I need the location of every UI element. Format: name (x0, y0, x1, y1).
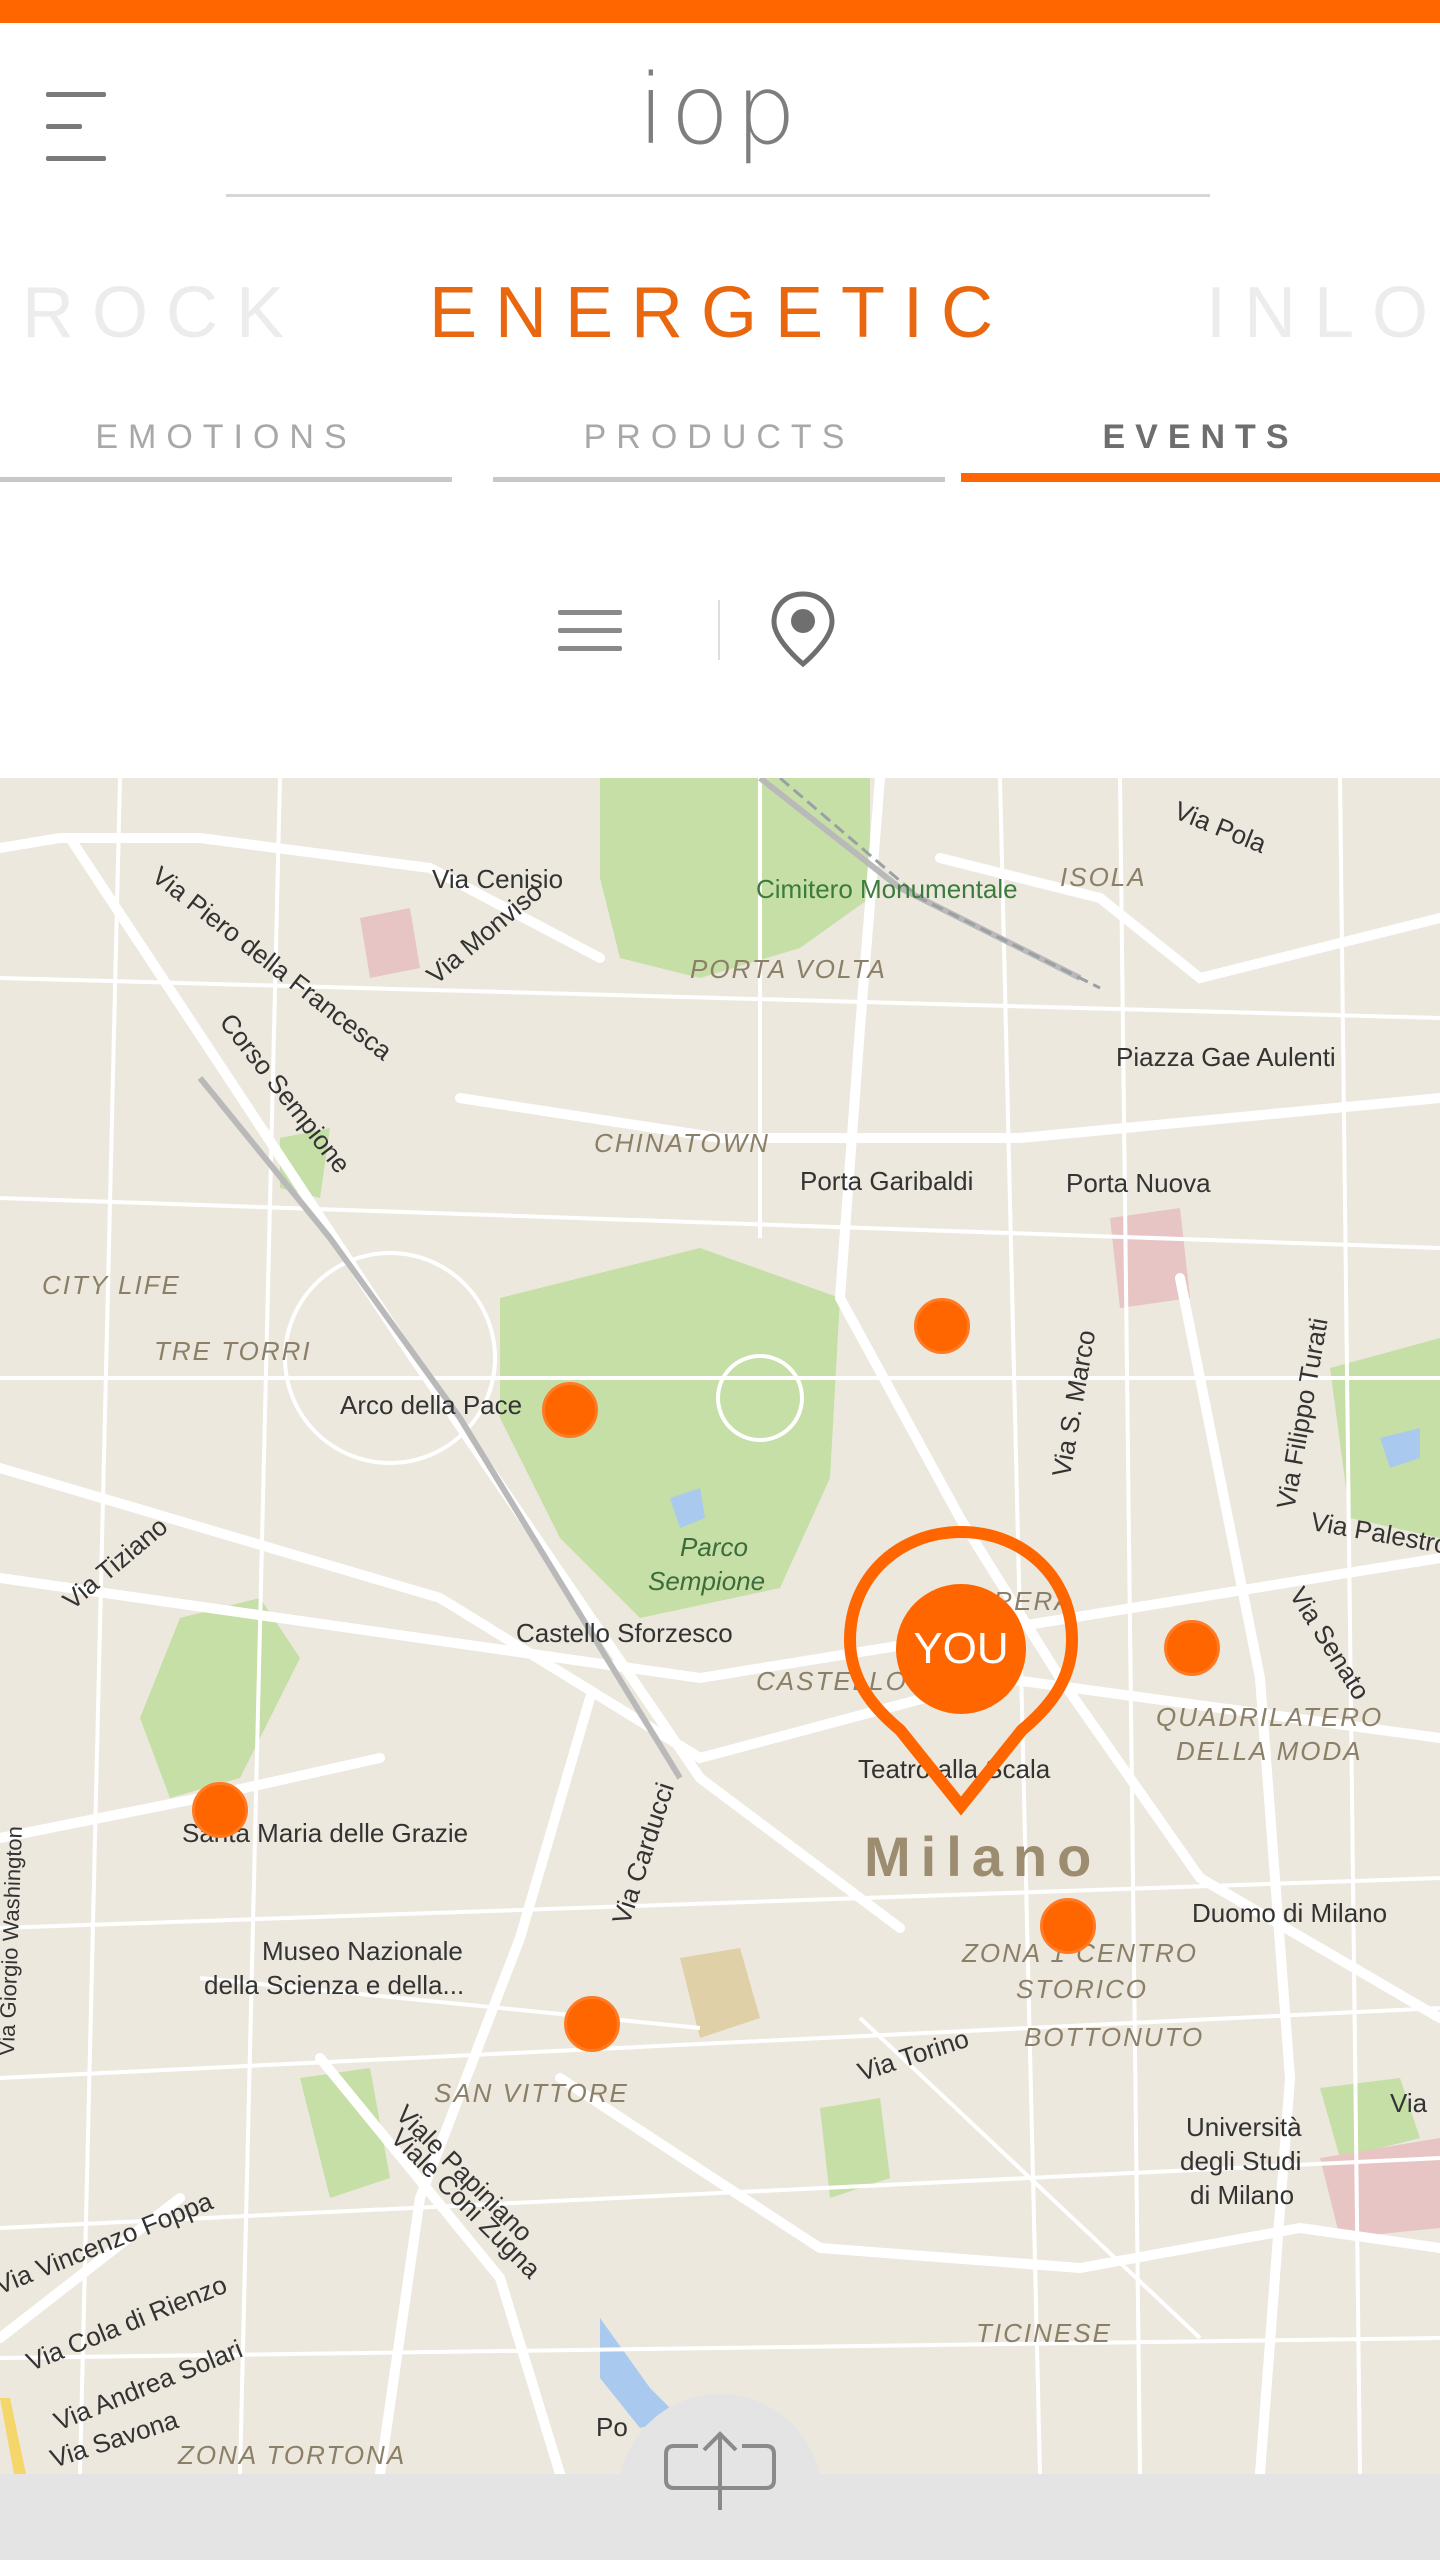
tab-underline (493, 477, 945, 482)
tab-emotions[interactable]: EMOTIONS (0, 412, 452, 482)
map-place-label: Sempione (648, 1566, 766, 1596)
map-place-label: Università (1186, 2112, 1302, 2142)
event-marker[interactable] (1040, 1898, 1096, 1954)
map-place-label: Duomo di Milano (1192, 1898, 1388, 1928)
view-switch-divider (718, 600, 720, 660)
menu-icon-line (46, 92, 106, 97)
map-place-label: della Scienza e della... (204, 1970, 465, 2000)
map-street-label: Via Cenisio (432, 864, 564, 894)
map-place-label: degli Studi (1180, 2146, 1302, 2176)
map-pin-icon[interactable] (768, 590, 838, 670)
map-place-label: Parco (680, 1532, 748, 1562)
tab-products[interactable]: PRODUCTS (493, 412, 945, 482)
map-district-label: TICINESE (976, 2318, 1112, 2348)
event-marker[interactable] (914, 1298, 970, 1354)
map-place-label: Arco della Pace (340, 1390, 523, 1420)
map-district-label: DELLA MODA (1176, 1736, 1363, 1766)
map-district-label: QUADRILATERO (1156, 1702, 1384, 1732)
app-logo: iop (637, 54, 803, 166)
map-district-label: ZONA TORTONA (178, 2440, 407, 2470)
map-city-label: Milano (864, 1825, 1102, 1888)
map-place-label: Porta Garibaldi (800, 1166, 974, 1196)
tab-label: PRODUCTS (583, 418, 855, 456)
map-street-label: Via (1390, 2088, 1428, 2118)
user-location-label: YOU (913, 1624, 1009, 1673)
app-screen: iop ROCK ENERGETIC INLO EMOTIONS PRODUCT… (0, 0, 1440, 2560)
tab-underline-active (961, 473, 1440, 482)
list-icon[interactable] (558, 604, 622, 656)
mood-next[interactable]: INLO (1206, 268, 1440, 358)
map-district-label: SAN VITTORE (434, 2078, 629, 2108)
tab-label: EVENTS (1102, 418, 1299, 456)
events-map[interactable]: ISOLA PORTA VOLTA CHINATOWN CITY LIFE TR… (0, 778, 1440, 2474)
map-district-label: STORICO (1016, 1974, 1148, 2004)
map-district-label: CITY LIFE (42, 1270, 181, 1300)
map-place-label: Po (596, 2412, 628, 2442)
list-icon-line (558, 646, 622, 651)
map-district-label: PORTA VOLTA (690, 954, 887, 984)
menu-icon-line (46, 124, 82, 129)
event-marker[interactable] (564, 1996, 620, 2052)
menu-icon-line (46, 156, 106, 161)
map-district-label: BOTTONUTO (1024, 2022, 1205, 2052)
map-place-label: Cimitero Monumentale (756, 874, 1018, 904)
map-place-label: di Milano (1190, 2180, 1295, 2210)
map-district-label: TRE TORRI (154, 1336, 312, 1366)
tab-events[interactable]: EVENTS (961, 412, 1440, 482)
map-district-label: CHINATOWN (594, 1128, 770, 1158)
map-place-label: Castello Sforzesco (516, 1618, 733, 1648)
user-location-marker[interactable]: YOU (836, 1524, 1086, 1824)
list-icon-line (558, 628, 622, 633)
tab-underline (0, 477, 452, 482)
list-icon-line (558, 610, 622, 615)
view-switch (540, 590, 900, 670)
map-place-label: Piazza Gae Aulenti (1116, 1042, 1336, 1072)
event-marker[interactable] (192, 1782, 248, 1838)
menu-icon[interactable] (40, 92, 106, 162)
map-district-label: ISOLA (1060, 862, 1147, 892)
map-place-label: Porta Nuova (1066, 1168, 1211, 1198)
tab-label: EMOTIONS (95, 418, 357, 456)
header-divider (226, 194, 1210, 197)
map-place-label: Museo Nazionale (262, 1936, 463, 1966)
upload-icon (664, 2431, 776, 2510)
status-accent-bar (0, 0, 1440, 23)
event-marker[interactable] (1164, 1620, 1220, 1676)
event-marker[interactable] (542, 1382, 598, 1438)
